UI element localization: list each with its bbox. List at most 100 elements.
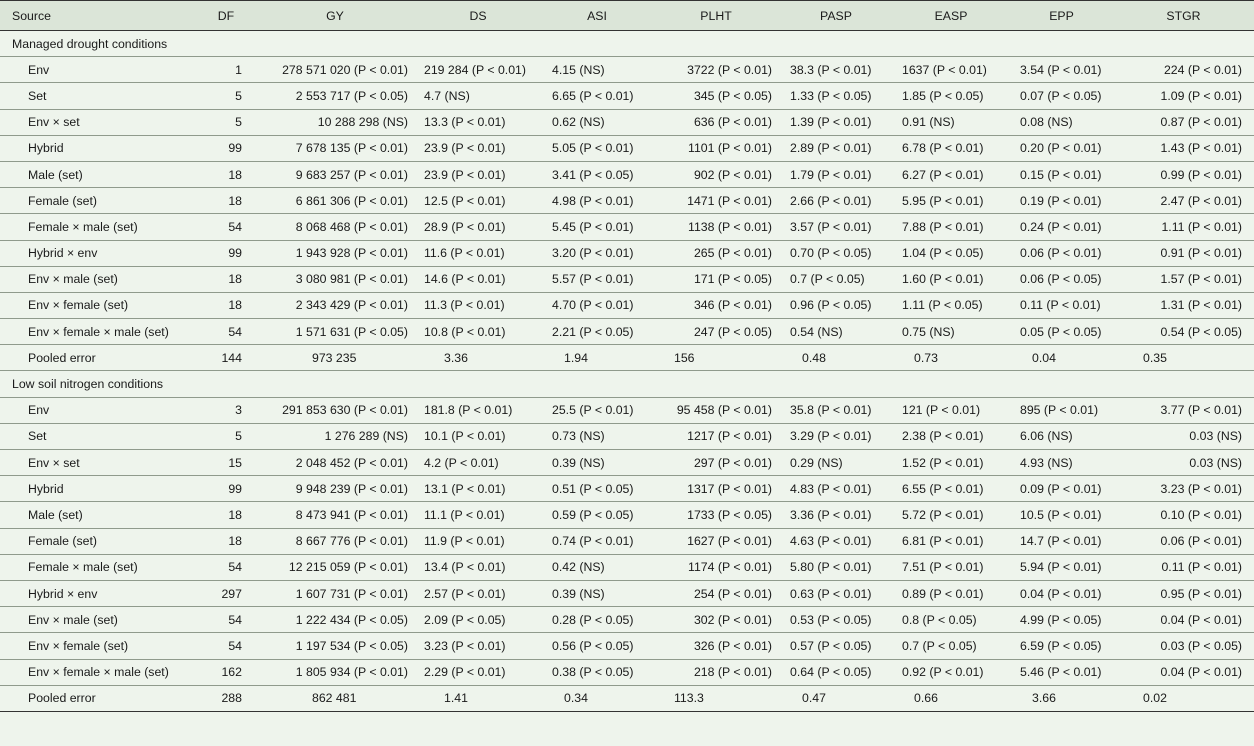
cell-ds: 2.57 (P < 0.01)	[414, 580, 542, 608]
cell-easp: 0.8 (P < 0.05)	[892, 606, 1010, 634]
cell-stgr: 0.06 (P < 0.01)	[1113, 528, 1254, 555]
cell-df: 5	[196, 109, 256, 136]
cell-easp: 7.51 (P < 0.01)	[892, 554, 1010, 581]
cell-plht: 297 (P < 0.01)	[652, 449, 780, 477]
cell-ds: 28.9 (P < 0.01)	[414, 213, 542, 241]
cell-plht: 345 (P < 0.05)	[652, 82, 780, 110]
cell-ds: 181.8 (P < 0.01)	[414, 397, 542, 424]
cell-asi: 25.5 (P < 0.01)	[542, 397, 652, 424]
cell-df: 18	[196, 161, 256, 189]
cell-easp: 0.91 (NS)	[892, 109, 1010, 136]
cell-source: Female (set)	[0, 528, 196, 555]
cell-epp: 0.04	[1010, 344, 1113, 372]
cell-source: Env	[0, 397, 196, 424]
cell-source: Set	[0, 423, 196, 451]
cell-pasp: 2.66 (P < 0.01)	[780, 187, 892, 215]
section-heading-row: Managed drought conditions	[0, 30, 1254, 58]
cell-df: 99	[196, 475, 256, 503]
cell-easp: 1.52 (P < 0.01)	[892, 449, 1010, 477]
cell-epp: 0.06 (P < 0.01)	[1010, 240, 1113, 267]
cell-source: Env × female (set)	[0, 632, 196, 660]
cell-ds: 3.36	[414, 344, 542, 372]
cell-pasp: 2.89 (P < 0.01)	[780, 135, 892, 162]
cell-source: Pooled error	[0, 685, 196, 712]
cell-pasp: 1.33 (P < 0.05)	[780, 82, 892, 110]
cell-easp: 0.89 (P < 0.01)	[892, 580, 1010, 608]
cell-easp: 0.7 (P < 0.05)	[892, 632, 1010, 660]
cell-plht: 1174 (P < 0.01)	[652, 554, 780, 581]
cell-asi: 4.98 (P < 0.01)	[542, 187, 652, 215]
cell-gy: 1 571 631 (P < 0.05)	[256, 318, 414, 346]
cell-pasp: 0.47	[780, 685, 892, 712]
cell-gy: 2 343 429 (P < 0.01)	[256, 292, 414, 320]
cell-source: Env × female (set)	[0, 292, 196, 320]
cell-plht: 171 (P < 0.05)	[652, 266, 780, 293]
cell-plht: 1317 (P < 0.01)	[652, 475, 780, 503]
header-row: Source DF GY DS ASI PLHT PASP EASP EPP S…	[0, 0, 1254, 31]
cell-df: 99	[196, 240, 256, 267]
cell-ds: 13.1 (P < 0.01)	[414, 475, 542, 503]
cell-gy: 291 853 630 (P < 0.01)	[256, 397, 414, 424]
cell-stgr: 224 (P < 0.01)	[1113, 56, 1254, 84]
header-ds: DS	[414, 0, 542, 31]
cell-pasp: 38.3 (P < 0.01)	[780, 56, 892, 84]
cell-epp: 3.54 (P < 0.01)	[1010, 56, 1113, 84]
table-row: Hybrid × env 99 1 943 928 (P < 0.01) 11.6 (…	[0, 240, 1254, 267]
cell-source: Male (set)	[0, 501, 196, 529]
section-heading-row: Low soil nitrogen conditions	[0, 370, 1254, 398]
cell-plht: 1217 (P < 0.01)	[652, 423, 780, 451]
cell-pasp: 0.29 (NS)	[780, 449, 892, 477]
cell-gy: 9 948 239 (P < 0.01)	[256, 475, 414, 503]
cell-asi: 5.57 (P < 0.01)	[542, 266, 652, 293]
cell-plht: 302 (P < 0.01)	[652, 606, 780, 634]
table-row: Env × female × male (set) 54 1 571 631 (P …	[0, 318, 1254, 346]
table-row: Env × female (set) 54 1 197 534 (P < 0.05)…	[0, 632, 1254, 660]
cell-pasp: 0.64 (P < 0.05)	[780, 659, 892, 686]
cell-source: Env × female × male (set)	[0, 659, 196, 686]
cell-df: 5	[196, 82, 256, 110]
cell-stgr: 1.09 (P < 0.01)	[1113, 82, 1254, 110]
cell-df: 297	[196, 580, 256, 608]
cell-df: 18	[196, 187, 256, 215]
cell-plht: 3722 (P < 0.01)	[652, 56, 780, 84]
cell-stgr: 1.43 (P < 0.01)	[1113, 135, 1254, 162]
table-row: Male (set) 18 9 683 257 (P < 0.01) 23.9 (P …	[0, 161, 1254, 189]
cell-easp: 6.78 (P < 0.01)	[892, 135, 1010, 162]
cell-easp: 1637 (P < 0.01)	[892, 56, 1010, 84]
cell-gy: 6 861 306 (P < 0.01)	[256, 187, 414, 215]
cell-stgr: 0.04 (P < 0.01)	[1113, 659, 1254, 686]
cell-stgr: 0.10 (P < 0.01)	[1113, 501, 1254, 529]
cell-asi: 0.38 (P < 0.05)	[542, 659, 652, 686]
cell-stgr: 0.03 (P < 0.05)	[1113, 632, 1254, 660]
header-epp: EPP	[1010, 0, 1113, 31]
cell-source: Female × male (set)	[0, 213, 196, 241]
cell-ds: 23.9 (P < 0.01)	[414, 161, 542, 189]
cell-easp: 1.85 (P < 0.05)	[892, 82, 1010, 110]
cell-asi: 6.65 (P < 0.01)	[542, 82, 652, 110]
cell-asi: 0.74 (P < 0.01)	[542, 528, 652, 555]
header-gy: GY	[256, 0, 414, 31]
cell-pasp: 0.70 (P < 0.05)	[780, 240, 892, 267]
section-title: Managed drought conditions	[0, 30, 1254, 58]
cell-pasp: 0.7 (P < 0.05)	[780, 266, 892, 293]
cell-pasp: 4.63 (P < 0.01)	[780, 528, 892, 555]
cell-source: Env × female × male (set)	[0, 318, 196, 346]
cell-source: Hybrid × env	[0, 240, 196, 267]
cell-gy: 12 215 059 (P < 0.01)	[256, 554, 414, 581]
cell-source: Env × set	[0, 109, 196, 136]
cell-epp: 0.09 (P < 0.01)	[1010, 475, 1113, 503]
cell-epp: 0.15 (P < 0.01)	[1010, 161, 1113, 189]
cell-ds: 14.6 (P < 0.01)	[414, 266, 542, 293]
cell-pasp: 0.48	[780, 344, 892, 372]
cell-asi: 0.73 (NS)	[542, 423, 652, 451]
cell-pasp: 3.57 (P < 0.01)	[780, 213, 892, 241]
cell-gy: 3 080 981 (P < 0.01)	[256, 266, 414, 293]
cell-ds: 2.29 (P < 0.01)	[414, 659, 542, 686]
header-stgr: STGR	[1113, 0, 1254, 31]
cell-df: 18	[196, 266, 256, 293]
cell-ds: 11.1 (P < 0.01)	[414, 501, 542, 529]
header-pasp: PASP	[780, 0, 892, 31]
cell-easp: 5.95 (P < 0.01)	[892, 187, 1010, 215]
cell-source: Set	[0, 82, 196, 110]
cell-pasp: 4.83 (P < 0.01)	[780, 475, 892, 503]
